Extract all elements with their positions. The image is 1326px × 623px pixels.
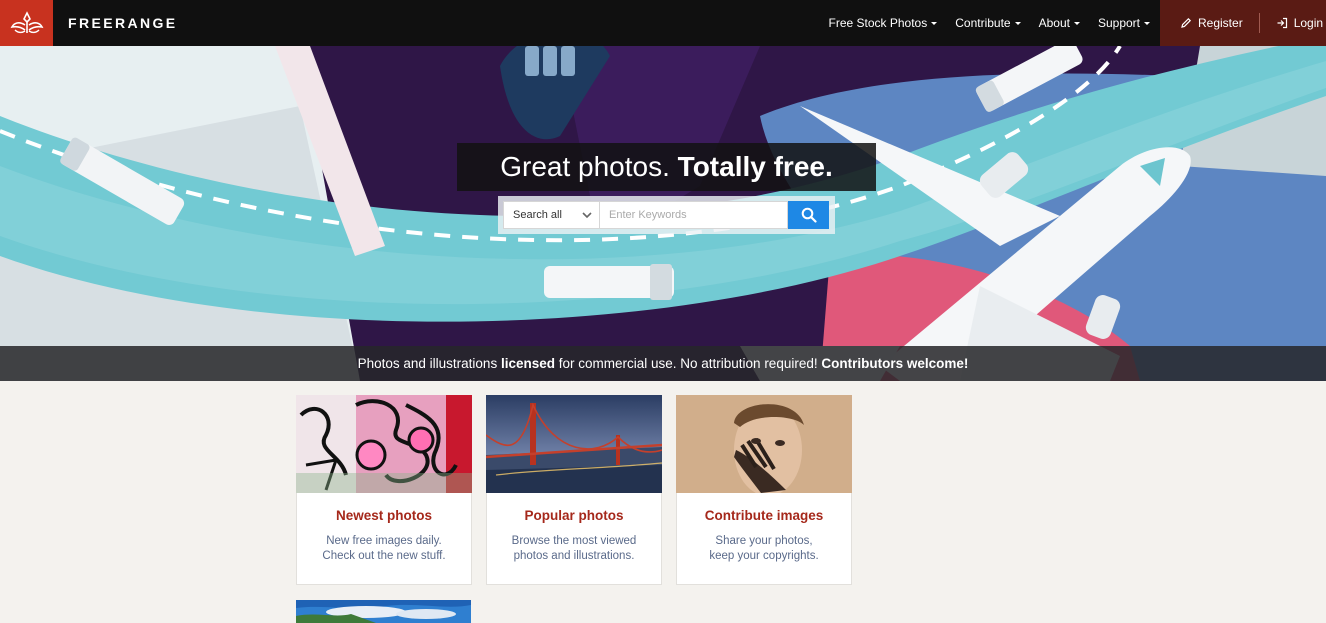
search-scope-value: Search all (513, 209, 562, 221)
tagline-part1: Photos and illustrations (357, 356, 501, 371)
search-scope-select[interactable]: Search all (503, 201, 600, 229)
register-label: Register (1198, 16, 1243, 30)
login-icon (1277, 17, 1287, 29)
menu-label: Support (1097, 16, 1140, 30)
tagline-part2: for commercial use. No attribution requi… (554, 356, 822, 371)
auth-area: Register Login (1160, 0, 1326, 46)
hero-tagline: Photos and illustrations licensed for co… (0, 346, 1326, 381)
register-link[interactable]: Register (1180, 16, 1243, 30)
card-desc-line: Share your photos, (715, 535, 813, 547)
menu-label: About (1038, 16, 1070, 30)
portrait-image (676, 395, 852, 493)
search-input[interactable] (600, 201, 788, 229)
search-bar: Search all (498, 196, 835, 234)
golden-gate-bridge-image (486, 395, 662, 493)
card-thumbnail[interactable] (486, 395, 662, 493)
card-desc-line: New free images daily. (326, 535, 442, 547)
pencil-icon (1181, 17, 1192, 28)
card-newest-photos[interactable]: Newest photos New free images daily. Che… (296, 395, 472, 585)
card-desc-line: Browse the most viewed (511, 535, 637, 547)
menu-contribute[interactable]: Contribute (955, 16, 1021, 30)
card-desc-line: Check out the new stuff. (322, 550, 446, 562)
headline-bold: Totally free. (677, 151, 833, 182)
chevron-down-icon (582, 212, 592, 219)
card-thumbnail[interactable] (296, 395, 472, 493)
card-description: Browse the most viewed photos and illust… (487, 534, 661, 564)
card-desc-line: keep your copyrights. (709, 550, 819, 562)
card-title[interactable]: Contribute images (677, 508, 851, 523)
auth-divider (1258, 13, 1260, 33)
freerange-logo-icon (10, 11, 43, 34)
graffiti-image (296, 395, 472, 493)
tagline-bold-contributors: Contributors welcome! (821, 356, 969, 371)
caret-down-icon (1014, 22, 1021, 25)
card-title[interactable]: Newest photos (297, 508, 471, 523)
headline-light: Great photos. (500, 151, 678, 182)
search-icon (801, 207, 817, 223)
card-description: Share your photos, keep your copyrights. (677, 534, 851, 564)
card-title[interactable]: Popular photos (487, 508, 661, 523)
card-description: New free images daily. Check out the new… (297, 534, 471, 564)
login-label: Login (1293, 16, 1324, 30)
search-button[interactable] (788, 201, 829, 229)
card-popular-photos[interactable]: Popular photos Browse the most viewed ph… (486, 395, 662, 585)
menu-about[interactable]: About (1039, 16, 1080, 30)
card-thumbnail[interactable] (676, 395, 852, 493)
menu-free-stock-photos[interactable]: Free Stock Photos (829, 16, 938, 30)
landscape-image (296, 600, 471, 623)
menu-label: Free Stock Photos (828, 16, 928, 30)
top-navbar: FREERANGE Free Stock Photos Contribute A… (0, 0, 1326, 46)
caret-down-icon (1073, 22, 1080, 25)
hero-banner: Great photos. Totally free. Search all P… (0, 46, 1326, 381)
login-link[interactable]: Login (1276, 16, 1323, 30)
brand-name[interactable]: FREERANGE (68, 0, 178, 46)
main-menu: Free Stock Photos Contribute About Suppo… (811, 0, 1150, 46)
caret-down-icon (931, 22, 938, 25)
menu-label: Contribute (955, 16, 1011, 30)
tagline-bold-licensed: licensed (500, 356, 555, 371)
menu-support[interactable]: Support (1098, 16, 1150, 30)
card-contribute-images[interactable]: Contribute images Share your photos, kee… (676, 395, 852, 585)
next-card-thumbnail[interactable] (296, 600, 471, 623)
hero-headline: Great photos. Totally free. (457, 143, 876, 191)
caret-down-icon (1144, 22, 1150, 25)
logo[interactable] (0, 0, 53, 46)
card-desc-line: photos and illustrations. (513, 550, 635, 562)
